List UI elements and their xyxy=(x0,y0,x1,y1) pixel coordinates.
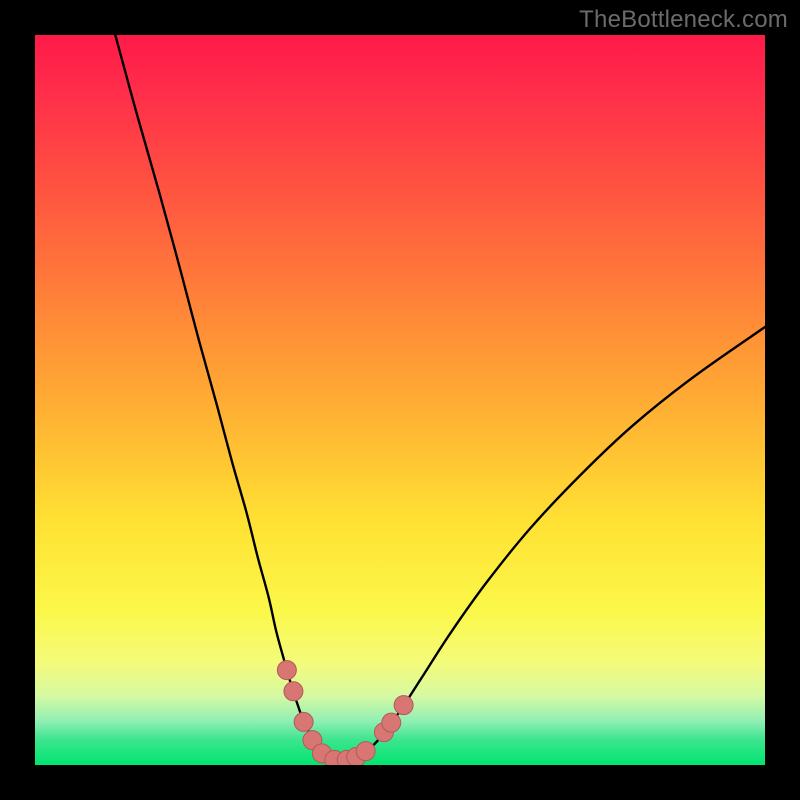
data-marker xyxy=(356,742,375,761)
data-marker xyxy=(284,682,303,701)
chart-frame: TheBottleneck.com xyxy=(0,0,800,800)
curve-left-branch xyxy=(115,35,338,761)
data-marker xyxy=(394,696,413,715)
marker-group xyxy=(277,661,413,765)
data-marker xyxy=(294,712,313,731)
watermark-label: TheBottleneck.com xyxy=(579,6,788,34)
plot-area xyxy=(35,35,765,765)
chart-svg xyxy=(35,35,765,765)
data-marker xyxy=(277,661,296,680)
data-marker xyxy=(382,713,401,732)
